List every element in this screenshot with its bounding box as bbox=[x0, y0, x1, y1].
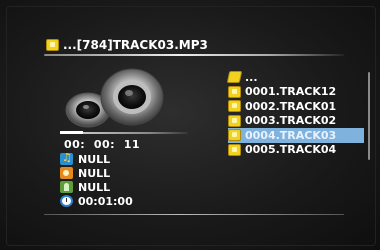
duration-value: 00:01:00 bbox=[78, 194, 133, 208]
artist-value: NULL bbox=[78, 180, 111, 194]
title-value: NULL bbox=[78, 152, 111, 166]
list-item-label: ... bbox=[245, 70, 258, 84]
clock-icon bbox=[60, 195, 73, 207]
now-playing-title: ...[784]TRACK03.MP3 bbox=[46, 38, 208, 52]
list-item[interactable]: 0005.TRACK04 bbox=[228, 143, 364, 158]
elapsed-time: 00: 00: 11 bbox=[64, 138, 141, 151]
list-scrollbar[interactable] bbox=[368, 72, 370, 160]
track-info: NULL NULL NULL 00:01:00 bbox=[60, 151, 133, 208]
duration-row: 00:01:00 bbox=[60, 194, 133, 208]
open-folder-icon bbox=[226, 71, 243, 84]
folder-icon bbox=[228, 85, 241, 98]
title-row: NULL bbox=[60, 151, 133, 166]
list-item-label: 0004.TRACK03 bbox=[245, 128, 337, 142]
now-playing-filename: ...[784]TRACK03.MP3 bbox=[63, 38, 208, 52]
folder-icon bbox=[228, 100, 241, 113]
album-icon bbox=[60, 167, 73, 179]
player-screen: ...[784]TRACK03.MP3 00: 00: 11 ♫ NULL NU… bbox=[0, 0, 380, 250]
list-item-label: 0005.TRACK04 bbox=[245, 143, 337, 157]
list-item-label: 0001.TRACK12 bbox=[245, 85, 337, 99]
header-divider bbox=[44, 54, 344, 56]
album-row: NULL bbox=[60, 166, 133, 180]
progress-fill bbox=[60, 131, 83, 134]
note-icon bbox=[60, 151, 73, 165]
folder-icon bbox=[228, 143, 241, 156]
file-list: ... 0001.TRACK12 0002.TRACK01 0003.TRACK… bbox=[226, 70, 364, 158]
list-item-parent[interactable]: ... bbox=[226, 70, 364, 85]
list-item-selected[interactable]: 0004.TRACK03 bbox=[228, 128, 364, 143]
list-item[interactable]: 0003.TRACK02 bbox=[228, 114, 364, 129]
person-icon bbox=[60, 181, 73, 193]
folder-icon bbox=[46, 39, 59, 51]
list-item-label: 0002.TRACK01 bbox=[245, 99, 337, 113]
artist-row: NULL bbox=[60, 180, 133, 194]
list-item[interactable]: 0002.TRACK01 bbox=[228, 99, 364, 114]
album-value: NULL bbox=[78, 166, 111, 180]
folder-icon bbox=[228, 129, 241, 142]
footer-divider bbox=[44, 214, 344, 215]
list-item[interactable]: 0001.TRACK12 bbox=[228, 85, 364, 100]
folder-icon bbox=[228, 114, 241, 127]
speaker-icon bbox=[65, 68, 164, 128]
list-item-label: 0003.TRACK02 bbox=[245, 114, 337, 128]
